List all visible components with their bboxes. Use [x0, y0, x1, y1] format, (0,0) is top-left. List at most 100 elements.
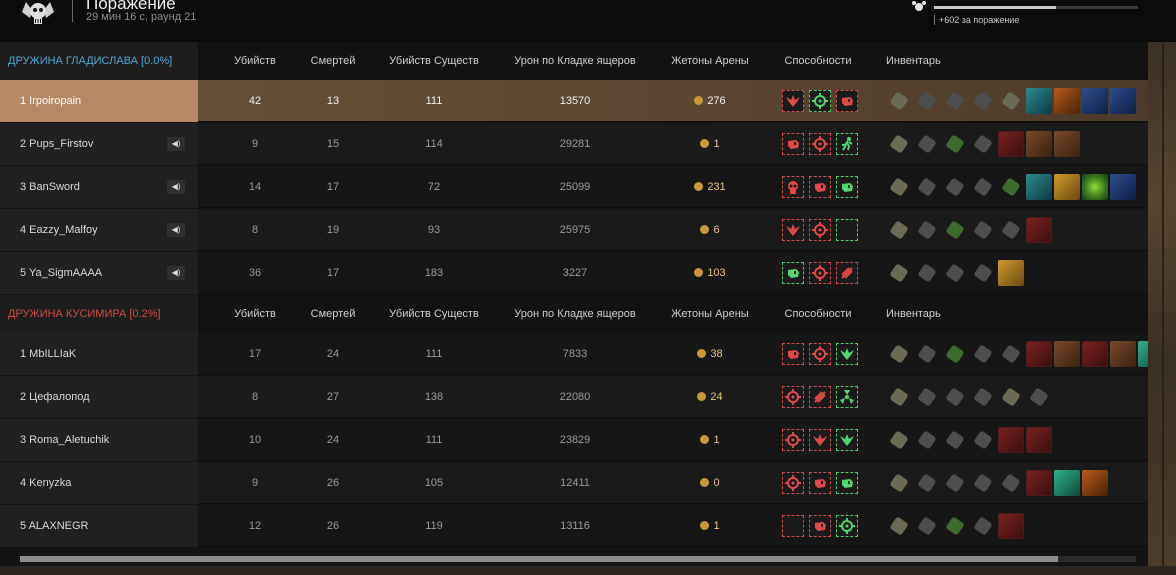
inventory-item-icon[interactable]: [942, 513, 968, 539]
player-row[interactable]: 4 Eazzy_Malfoy ◀) 8 19 93 25975 6: [0, 209, 1148, 251]
inventory-item-icon[interactable]: [970, 384, 996, 410]
inventory-item-icon[interactable]: [970, 260, 996, 286]
ability-wing-icon[interactable]: [836, 429, 858, 451]
inventory-item-icon[interactable]: [1082, 470, 1108, 496]
inventory-item-icon[interactable]: [886, 174, 912, 200]
player-row[interactable]: 2 Цефалопод 8 27 138 22080 24: [0, 376, 1148, 418]
speaker-icon[interactable]: ◀): [167, 180, 185, 194]
horizontal-scrollbar[interactable]: [20, 556, 1136, 562]
ability-wing-icon[interactable]: [836, 343, 858, 365]
inventory-item-icon[interactable]: [942, 341, 968, 367]
ability-target-icon[interactable]: [782, 429, 804, 451]
inventory-item-icon[interactable]: [914, 217, 940, 243]
inventory-item-icon[interactable]: [886, 470, 912, 496]
inventory-item-icon[interactable]: [1026, 217, 1052, 243]
ability-fist-icon[interactable]: [782, 133, 804, 155]
inventory-item-icon[interactable]: [998, 513, 1024, 539]
ability-wing-icon[interactable]: [782, 219, 804, 241]
player-row[interactable]: 2 Pups_Firstov ◀) 9 15 114 29281 1: [0, 123, 1148, 165]
inventory-item-icon[interactable]: [1082, 174, 1108, 200]
player-row[interactable]: 1 Irpoiropain 42 13 111 13570 276: [0, 80, 1148, 122]
inventory-item-icon[interactable]: [1054, 470, 1080, 496]
inventory-item-icon[interactable]: [1026, 470, 1052, 496]
speaker-icon[interactable]: ◀): [167, 223, 185, 237]
inventory-item-icon[interactable]: [914, 131, 940, 157]
player-row[interactable]: 1 MbILLIaK 17 24 111 7833 38: [0, 333, 1164, 375]
ability-fist-icon[interactable]: [809, 472, 831, 494]
inventory-item-icon[interactable]: [1082, 88, 1108, 114]
speaker-icon[interactable]: ◀): [167, 266, 185, 280]
player-row[interactable]: 5 ALAXNEGR 12 26 119 13116 1: [0, 505, 1148, 547]
inventory-item-icon[interactable]: [1054, 341, 1080, 367]
inventory-item-icon[interactable]: [970, 88, 996, 114]
ability-fist-icon[interactable]: [782, 343, 804, 365]
ability-target-icon[interactable]: [836, 515, 858, 537]
ability-target-icon[interactable]: [809, 90, 831, 112]
inventory-item-icon[interactable]: [970, 427, 996, 453]
inventory-item-icon[interactable]: [1026, 341, 1052, 367]
inventory-item-icon[interactable]: [970, 174, 996, 200]
ability-wing-icon[interactable]: [809, 429, 831, 451]
inventory-item-icon[interactable]: [886, 217, 912, 243]
inventory-item-icon[interactable]: [1110, 174, 1136, 200]
inventory-item-icon[interactable]: [1110, 341, 1136, 367]
player-row[interactable]: 5 Ya_SigmAAAA ◀) 36 17 183 3227 103: [0, 252, 1148, 294]
inventory-item-icon[interactable]: [998, 131, 1024, 157]
ability-claw-slash-icon[interactable]: [809, 386, 831, 408]
inventory-item-icon[interactable]: [914, 341, 940, 367]
inventory-item-icon[interactable]: [914, 88, 940, 114]
inventory-item-icon[interactable]: [886, 131, 912, 157]
inventory-item-icon[interactable]: [886, 88, 912, 114]
ability-fist-icon[interactable]: [782, 262, 804, 284]
scrollbar-thumb[interactable]: [20, 556, 1058, 562]
inventory-item-icon[interactable]: [914, 513, 940, 539]
inventory-item-icon[interactable]: [998, 88, 1024, 114]
ability-drop-icon[interactable]: [782, 515, 804, 537]
inventory-item-icon[interactable]: [998, 341, 1024, 367]
inventory-item-icon[interactable]: [970, 341, 996, 367]
inventory-item-icon[interactable]: [942, 427, 968, 453]
inventory-item-icon[interactable]: [1026, 88, 1052, 114]
ability-runner-icon[interactable]: [836, 133, 858, 155]
player-row[interactable]: 3 Roma_Aletuchik 10 24 111 23829 1: [0, 419, 1148, 461]
player-row[interactable]: 3 BanSword ◀) 14 17 72 25099 231: [0, 166, 1148, 208]
inventory-item-icon[interactable]: [914, 260, 940, 286]
ability-target-icon[interactable]: [809, 133, 831, 155]
ability-target-icon[interactable]: [809, 343, 831, 365]
inventory-item-icon[interactable]: [998, 260, 1024, 286]
inventory-item-icon[interactable]: [1110, 88, 1136, 114]
speaker-icon[interactable]: ◀): [167, 137, 185, 151]
inventory-item-icon[interactable]: [914, 174, 940, 200]
inventory-item-icon[interactable]: [970, 131, 996, 157]
inventory-item-icon[interactable]: [1082, 341, 1108, 367]
inventory-item-icon[interactable]: [998, 427, 1024, 453]
ability-target-icon[interactable]: [809, 219, 831, 241]
ability-target-icon[interactable]: [782, 472, 804, 494]
inventory-item-icon[interactable]: [998, 217, 1024, 243]
inventory-item-icon[interactable]: [914, 427, 940, 453]
inventory-item-icon[interactable]: [998, 174, 1024, 200]
inventory-item-icon[interactable]: [1026, 384, 1052, 410]
inventory-item-icon[interactable]: [886, 260, 912, 286]
inventory-item-icon[interactable]: [886, 384, 912, 410]
ability-target-icon[interactable]: [809, 262, 831, 284]
inventory-item-icon[interactable]: [970, 217, 996, 243]
ability-wing-icon[interactable]: [782, 90, 804, 112]
inventory-item-icon[interactable]: [942, 470, 968, 496]
inventory-item-icon[interactable]: [942, 260, 968, 286]
ability-fist-icon[interactable]: [836, 90, 858, 112]
inventory-item-icon[interactable]: [914, 470, 940, 496]
inventory-item-icon[interactable]: [1026, 427, 1052, 453]
inventory-item-icon[interactable]: [998, 384, 1024, 410]
inventory-item-icon[interactable]: [998, 470, 1024, 496]
inventory-item-icon[interactable]: [1026, 131, 1052, 157]
inventory-item-icon[interactable]: [886, 341, 912, 367]
ability-fist-icon[interactable]: [809, 176, 831, 198]
ability-claw-slash-icon[interactable]: [836, 262, 858, 284]
inventory-item-icon[interactable]: [942, 217, 968, 243]
inventory-item-icon[interactable]: [886, 427, 912, 453]
inventory-item-icon[interactable]: [942, 88, 968, 114]
inventory-item-icon[interactable]: [942, 131, 968, 157]
inventory-item-icon[interactable]: [1054, 88, 1080, 114]
ability-fist-icon[interactable]: [836, 176, 858, 198]
